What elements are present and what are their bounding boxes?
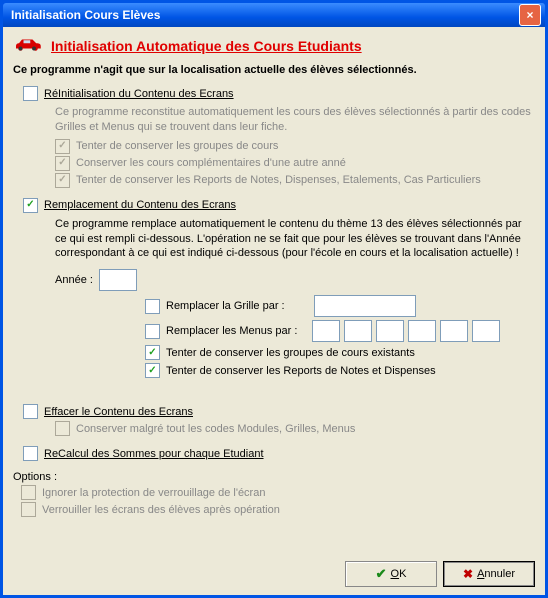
erase-opt1-checkbox xyxy=(55,421,70,436)
menu-input-1[interactable] xyxy=(312,320,340,342)
x-icon: ✖ xyxy=(463,567,473,581)
replace-grille-checkbox[interactable] xyxy=(145,299,160,314)
menu-input-2[interactable] xyxy=(344,320,372,342)
conserver-groupes-checkbox[interactable] xyxy=(145,345,160,360)
reinit-opt3-label: Tenter de conserver les Reports de Notes… xyxy=(76,174,481,186)
close-icon: × xyxy=(526,8,533,22)
menu-input-3[interactable] xyxy=(376,320,404,342)
page-title: Initialisation Automatique des Cours Etu… xyxy=(51,38,362,54)
opt-ignore-lock-label: Ignorer la protection de verrouillage de… xyxy=(42,487,265,499)
section-reinit: RéInitialisation du Contenu des Ecrans C… xyxy=(41,86,535,188)
options-heading: Options : xyxy=(13,471,535,483)
subtitle: Ce programme n'agit que sur la localisat… xyxy=(13,64,535,76)
reinit-checkbox[interactable] xyxy=(23,86,38,101)
header-row: Initialisation Automatique des Cours Etu… xyxy=(13,35,535,56)
replace-menus-label: Remplacer les Menus par : xyxy=(166,325,308,337)
replace-menus-checkbox[interactable] xyxy=(145,324,160,339)
dialog-window: Initialisation Cours Elèves × Initialisa… xyxy=(0,0,548,598)
conserver-reports-checkbox[interactable] xyxy=(145,363,160,378)
opt-ignore-lock-checkbox xyxy=(21,485,36,500)
ok-label: OK xyxy=(391,568,407,580)
annee-input[interactable] xyxy=(99,269,137,291)
menu-input-5[interactable] xyxy=(440,320,468,342)
cancel-button[interactable]: ✖ Annuler xyxy=(443,561,535,587)
reinit-label: RéInitialisation du Contenu des Ecrans xyxy=(44,88,234,100)
conserver-reports-label: Tenter de conserver les Reports de Notes… xyxy=(166,365,436,377)
client-area: Initialisation Automatique des Cours Etu… xyxy=(3,27,545,595)
replace-checkbox[interactable] xyxy=(23,198,38,213)
replace-desc: Ce programme remplace automatiquement le… xyxy=(55,217,535,262)
section-recalcul: ReCalcul des Sommes pour chaque Etudiant xyxy=(41,446,535,461)
section-erase: Effacer le Contenu des Ecrans Conserver … xyxy=(41,404,535,436)
erase-checkbox[interactable] xyxy=(23,404,38,419)
button-row: ✔ OK ✖ Annuler xyxy=(345,561,535,587)
reinit-opt2-label: Conserver les cours complémentaires d'un… xyxy=(76,157,346,169)
window-title: Initialisation Cours Elèves xyxy=(7,8,519,22)
cancel-label: Annuler xyxy=(477,568,515,580)
reinit-opt2-checkbox xyxy=(55,156,70,171)
reinit-opt3-checkbox xyxy=(55,173,70,188)
reinit-desc: Ce programme reconstitue automatiquement… xyxy=(55,105,535,135)
ok-button[interactable]: ✔ OK xyxy=(345,561,437,587)
car-icon xyxy=(13,35,43,56)
erase-label: Effacer le Contenu des Ecrans xyxy=(44,406,193,418)
replace-label: Remplacement du Contenu des Ecrans xyxy=(44,199,236,211)
reinit-opt1-checkbox xyxy=(55,139,70,154)
opt-lock-after-checkbox xyxy=(21,502,36,517)
close-button[interactable]: × xyxy=(519,4,541,26)
titlebar[interactable]: Initialisation Cours Elèves × xyxy=(3,3,545,27)
menu-input-4[interactable] xyxy=(408,320,436,342)
replace-grille-label: Remplacer la Grille par : xyxy=(166,300,308,312)
erase-opt1-label: Conserver malgré tout les codes Modules,… xyxy=(76,423,355,435)
conserver-groupes-label: Tenter de conserver les groupes de cours… xyxy=(166,347,415,359)
recalcul-checkbox[interactable] xyxy=(23,446,38,461)
grille-input[interactable] xyxy=(314,295,416,317)
menu-input-6[interactable] xyxy=(472,320,500,342)
row-annee: Année : xyxy=(55,269,535,291)
annee-label: Année : xyxy=(55,274,93,286)
check-icon: ✔ xyxy=(376,566,387,582)
section-replace: Remplacement du Contenu des Ecrans Ce pr… xyxy=(41,198,535,379)
reinit-opt1-label: Tenter de conserver les groupes de cours xyxy=(76,140,278,152)
recalcul-label: ReCalcul des Sommes pour chaque Etudiant xyxy=(44,448,264,460)
opt-lock-after-label: Verrouiller les écrans des élèves après … xyxy=(42,504,280,516)
